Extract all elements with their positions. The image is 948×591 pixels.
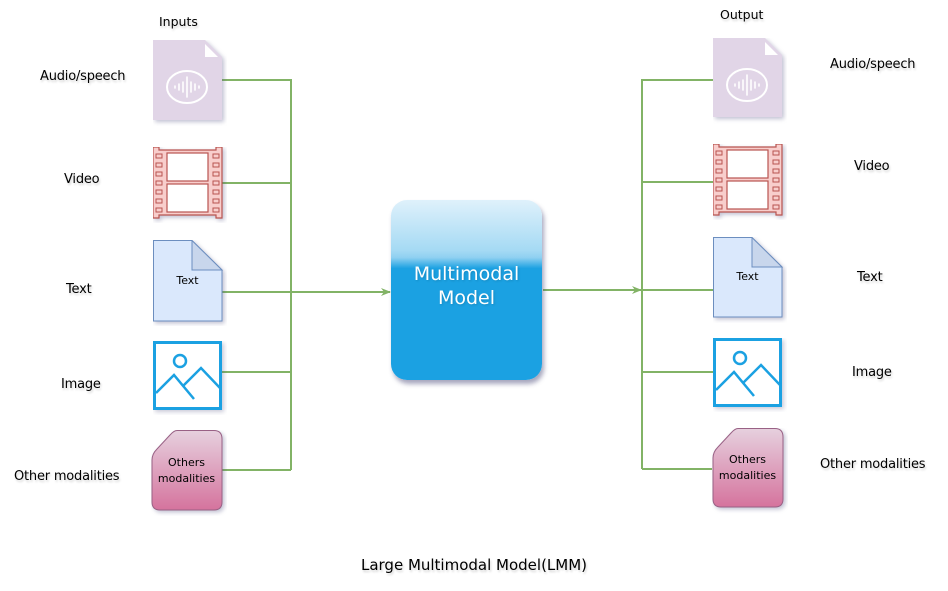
output-connector-bus — [641, 79, 713, 469]
output-label-video: Video — [854, 159, 890, 174]
output-label-audio: Audio/speech — [830, 57, 916, 72]
output-label-other: Other modalities — [820, 457, 926, 472]
multimodal-model-box: Multimodal Model — [391, 200, 542, 380]
inputs-header: Inputs — [159, 14, 198, 29]
text-document-icon: Text — [153, 240, 227, 326]
output-header: Output — [720, 7, 764, 22]
film-strip-icon — [153, 147, 223, 219]
input-label-image: Image — [61, 377, 101, 392]
image-icon — [153, 341, 222, 410]
others-caption-line2: modalities — [157, 472, 216, 485]
other-modalities-card: Others modalities — [712, 428, 788, 514]
diagram-title: Large Multimodal Model(LMM) — [360, 556, 588, 574]
model-label-line1: Multimodal — [413, 263, 520, 285]
output-label-image: Image — [852, 365, 892, 380]
input-label-text: Text — [66, 282, 92, 297]
other-modalities-card: Others modalities — [151, 430, 227, 516]
film-strip-icon — [713, 144, 783, 216]
others-caption-line1: Others — [168, 456, 205, 469]
audio-file-icon — [713, 38, 782, 117]
text-document-caption: Text — [176, 274, 199, 287]
input-label-audio: Audio/speech — [40, 69, 126, 84]
audio-file-icon — [153, 40, 222, 120]
input-label-other: Other modalities — [14, 469, 120, 484]
input-connector-audio — [222, 79, 292, 470]
input-label-video: Video — [64, 172, 100, 187]
output-label-text: Text — [857, 270, 883, 285]
text-document-icon: Text — [713, 237, 787, 323]
image-icon — [713, 338, 782, 407]
model-label-line2: Model — [437, 287, 496, 309]
others-caption-line2: modalities — [718, 469, 777, 482]
text-document-caption: Text — [736, 270, 759, 283]
others-caption-line1: Others — [729, 453, 766, 466]
